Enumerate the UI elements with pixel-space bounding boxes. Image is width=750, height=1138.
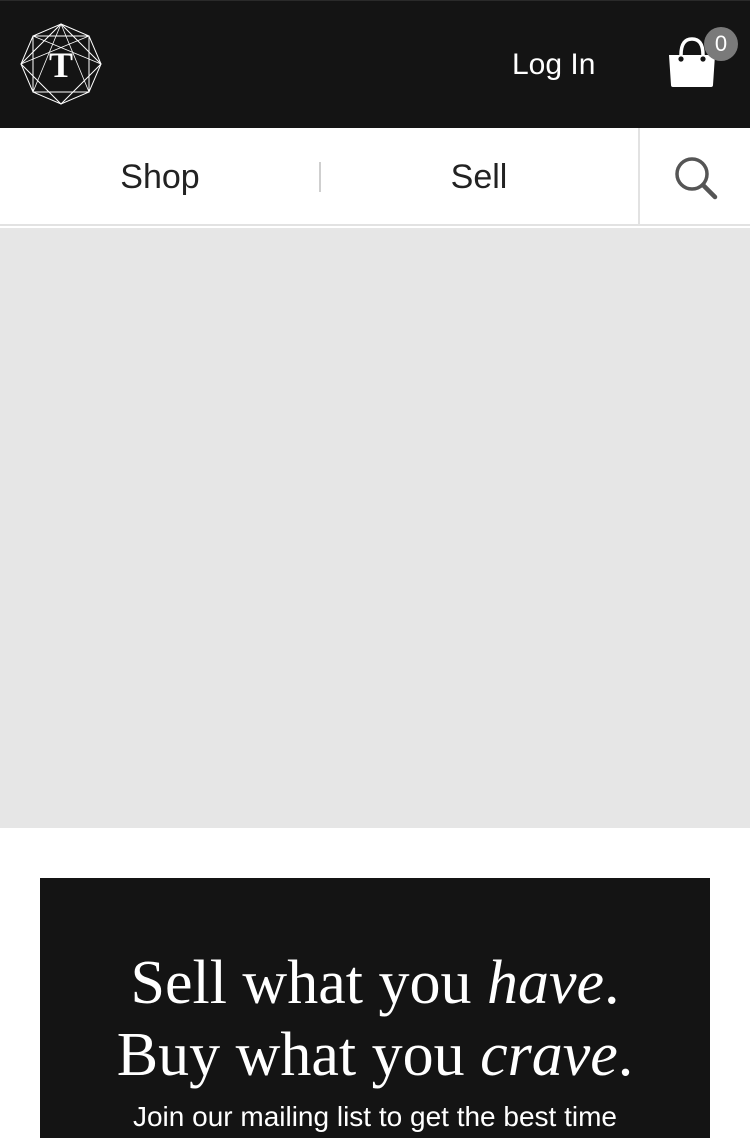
- main-nav: Shop Sell: [0, 128, 750, 226]
- promo-line2-prefix: Buy what you: [116, 1021, 481, 1089]
- promo-headline-line1: Sell what you have.: [40, 948, 710, 1018]
- nav-sell[interactable]: Sell: [320, 128, 638, 226]
- promo-line2-emphasis: crave: [480, 1021, 618, 1089]
- search-button[interactable]: [638, 128, 750, 226]
- promo-line1-emphasis: have: [486, 949, 605, 1017]
- login-link[interactable]: Log In: [512, 47, 595, 83]
- promo-subtext: Join our mailing list to get the best ti…: [132, 1101, 617, 1132]
- top-header: T Log In 0: [0, 0, 750, 128]
- promo-headline-line2: Buy what you crave.: [40, 1020, 710, 1090]
- promo-banner: Sell what you have. Buy what you crave. …: [40, 878, 710, 1138]
- hero-image-placeholder: [0, 228, 750, 828]
- nav-shop[interactable]: Shop: [0, 128, 320, 226]
- geometric-t-logo-icon[interactable]: T: [20, 23, 102, 105]
- search-icon: [675, 157, 718, 200]
- logo-letter: T: [49, 45, 73, 85]
- promo-line1-suffix: .: [604, 949, 620, 1017]
- promo-line2-suffix: .: [617, 1021, 634, 1089]
- cart-count-badge: 0: [704, 27, 738, 61]
- promo-line1-prefix: Sell what you: [130, 949, 487, 1017]
